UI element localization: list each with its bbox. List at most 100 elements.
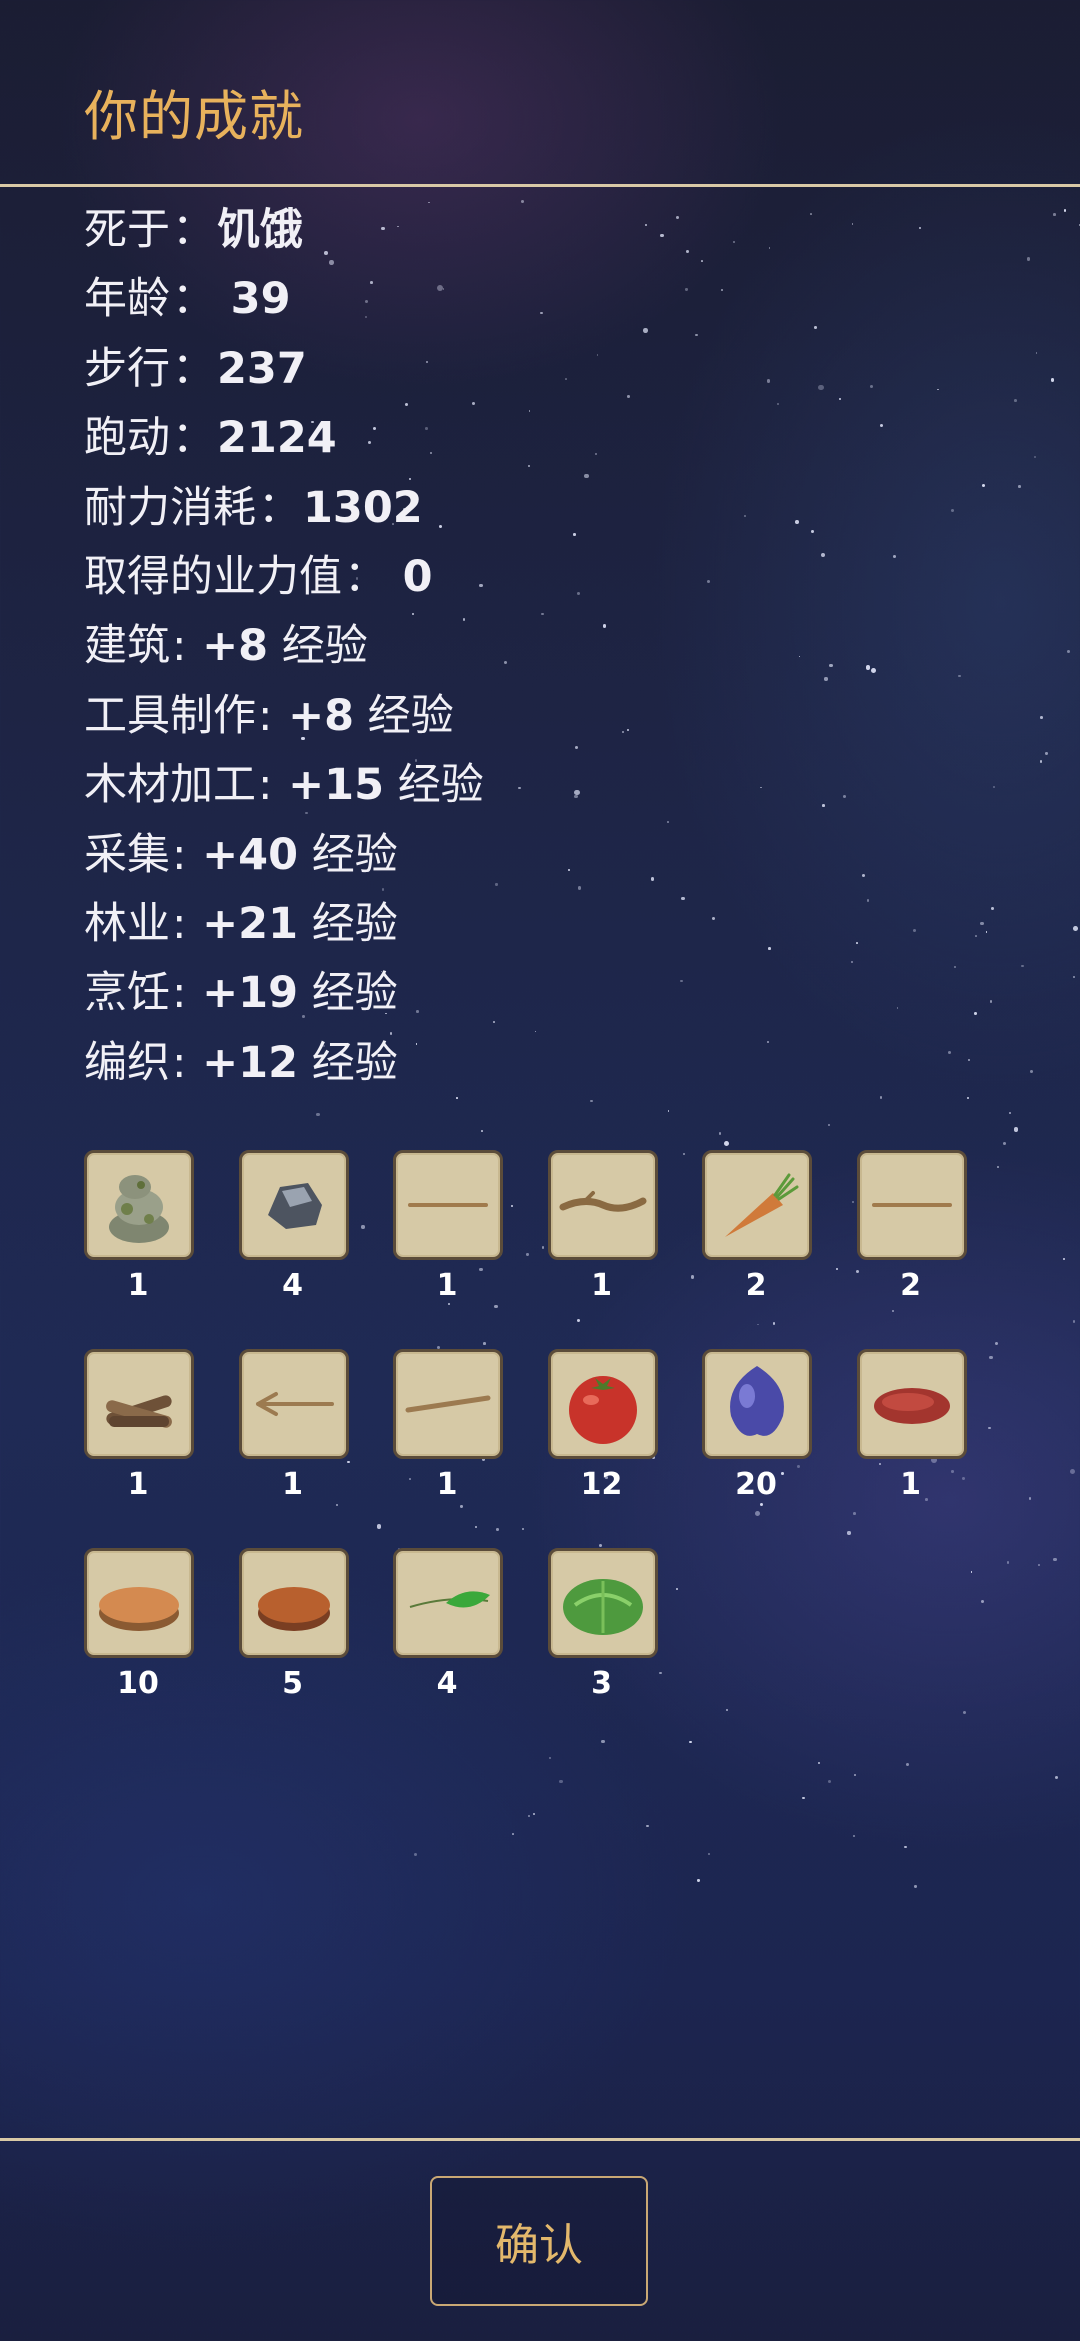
item-tile <box>393 1349 503 1459</box>
star <box>896 1007 899 1009</box>
star <box>701 259 704 262</box>
star <box>953 966 956 969</box>
item-tile <box>238 1548 349 1658</box>
item-tile <box>238 1150 349 1260</box>
flatbread-icon <box>99 1587 179 1631</box>
star <box>997 1166 1000 1169</box>
stat-separator: ： <box>172 205 215 255</box>
star <box>905 1763 909 1767</box>
stat-value: +21 <box>202 898 299 949</box>
star <box>1013 1126 1019 1132</box>
item-tile <box>84 1150 194 1260</box>
star <box>596 353 599 356</box>
star <box>973 1012 977 1015</box>
star <box>732 240 735 244</box>
star <box>475 1526 478 1529</box>
star <box>891 1309 894 1312</box>
star <box>1063 1258 1066 1261</box>
stat-label: 编织 <box>84 1037 170 1088</box>
star <box>842 795 846 799</box>
star <box>947 1050 951 1055</box>
star <box>975 935 977 937</box>
star <box>721 289 724 292</box>
stat-value: +19 <box>202 968 299 1019</box>
star <box>599 1544 603 1548</box>
stat-separator: ： <box>172 413 215 464</box>
star <box>838 397 842 401</box>
star <box>766 1040 770 1044</box>
stat-separator: : <box>172 621 201 672</box>
item-tile <box>547 1548 658 1658</box>
star <box>1053 1557 1058 1562</box>
star <box>760 786 763 789</box>
star <box>820 553 825 558</box>
star <box>643 328 649 333</box>
star <box>852 1834 856 1837</box>
item-tile <box>393 1150 503 1260</box>
star <box>719 1132 722 1135</box>
star <box>869 384 873 388</box>
star <box>1070 1468 1076 1474</box>
item-count: 12 <box>580 1467 623 1502</box>
star <box>517 786 521 790</box>
stat-suffix: 经验 <box>268 621 368 672</box>
item-tile <box>547 1349 658 1459</box>
star <box>1035 351 1038 354</box>
star <box>766 379 770 383</box>
item-count: 20 <box>735 1467 777 1502</box>
inventory-item: 5 <box>238 1548 349 1708</box>
footer-divider <box>0 2138 1080 2141</box>
confirm-button[interactable]: 确认 <box>430 2176 648 2306</box>
stat-label: 取得的业力值 <box>84 551 342 602</box>
stat-separator: : <box>172 898 201 949</box>
star <box>644 223 648 227</box>
item-count: 1 <box>282 1467 303 1502</box>
mossy-rock-icon <box>109 1175 169 1243</box>
stat-suffix: 经验 <box>298 829 398 880</box>
star <box>578 886 582 890</box>
star <box>595 452 598 455</box>
star <box>694 333 698 337</box>
leaf-icon <box>409 1591 490 1608</box>
stat-value: +40 <box>202 829 299 880</box>
star <box>682 1153 685 1156</box>
star <box>936 388 939 391</box>
star <box>541 1246 545 1250</box>
star <box>577 591 581 595</box>
star <box>867 899 870 902</box>
star <box>813 326 817 330</box>
star <box>1014 399 1018 403</box>
stat-separator: : <box>258 690 287 741</box>
star <box>602 624 607 628</box>
star <box>528 410 531 413</box>
item-tile <box>84 1349 194 1459</box>
star <box>495 883 498 886</box>
stat-value: 39 <box>230 274 291 325</box>
item-count: 1 <box>436 1268 458 1303</box>
stat-row: 木材加工: +15 经验 <box>84 751 484 820</box>
star <box>1053 213 1056 216</box>
star <box>754 1510 761 1517</box>
star <box>512 1832 514 1835</box>
firewood-icon <box>106 1395 172 1428</box>
star <box>660 233 664 237</box>
stat-separator: ： <box>172 343 215 394</box>
star <box>689 1740 692 1744</box>
star <box>690 1275 695 1279</box>
star <box>989 1000 993 1003</box>
stat-value: +8 <box>288 690 355 741</box>
item-tile <box>84 1548 194 1658</box>
stat-row: 年龄： 39 <box>84 265 484 334</box>
inventory-item: 2 <box>702 1150 812 1310</box>
star <box>574 795 578 799</box>
star <box>776 402 780 405</box>
stat-separator: : <box>172 829 201 880</box>
star <box>697 1879 700 1882</box>
star <box>568 868 571 871</box>
star <box>496 1528 499 1531</box>
star <box>879 424 883 428</box>
star <box>810 213 813 215</box>
star <box>801 1796 805 1800</box>
star <box>526 1253 529 1256</box>
stat-separator: ： <box>344 551 401 602</box>
